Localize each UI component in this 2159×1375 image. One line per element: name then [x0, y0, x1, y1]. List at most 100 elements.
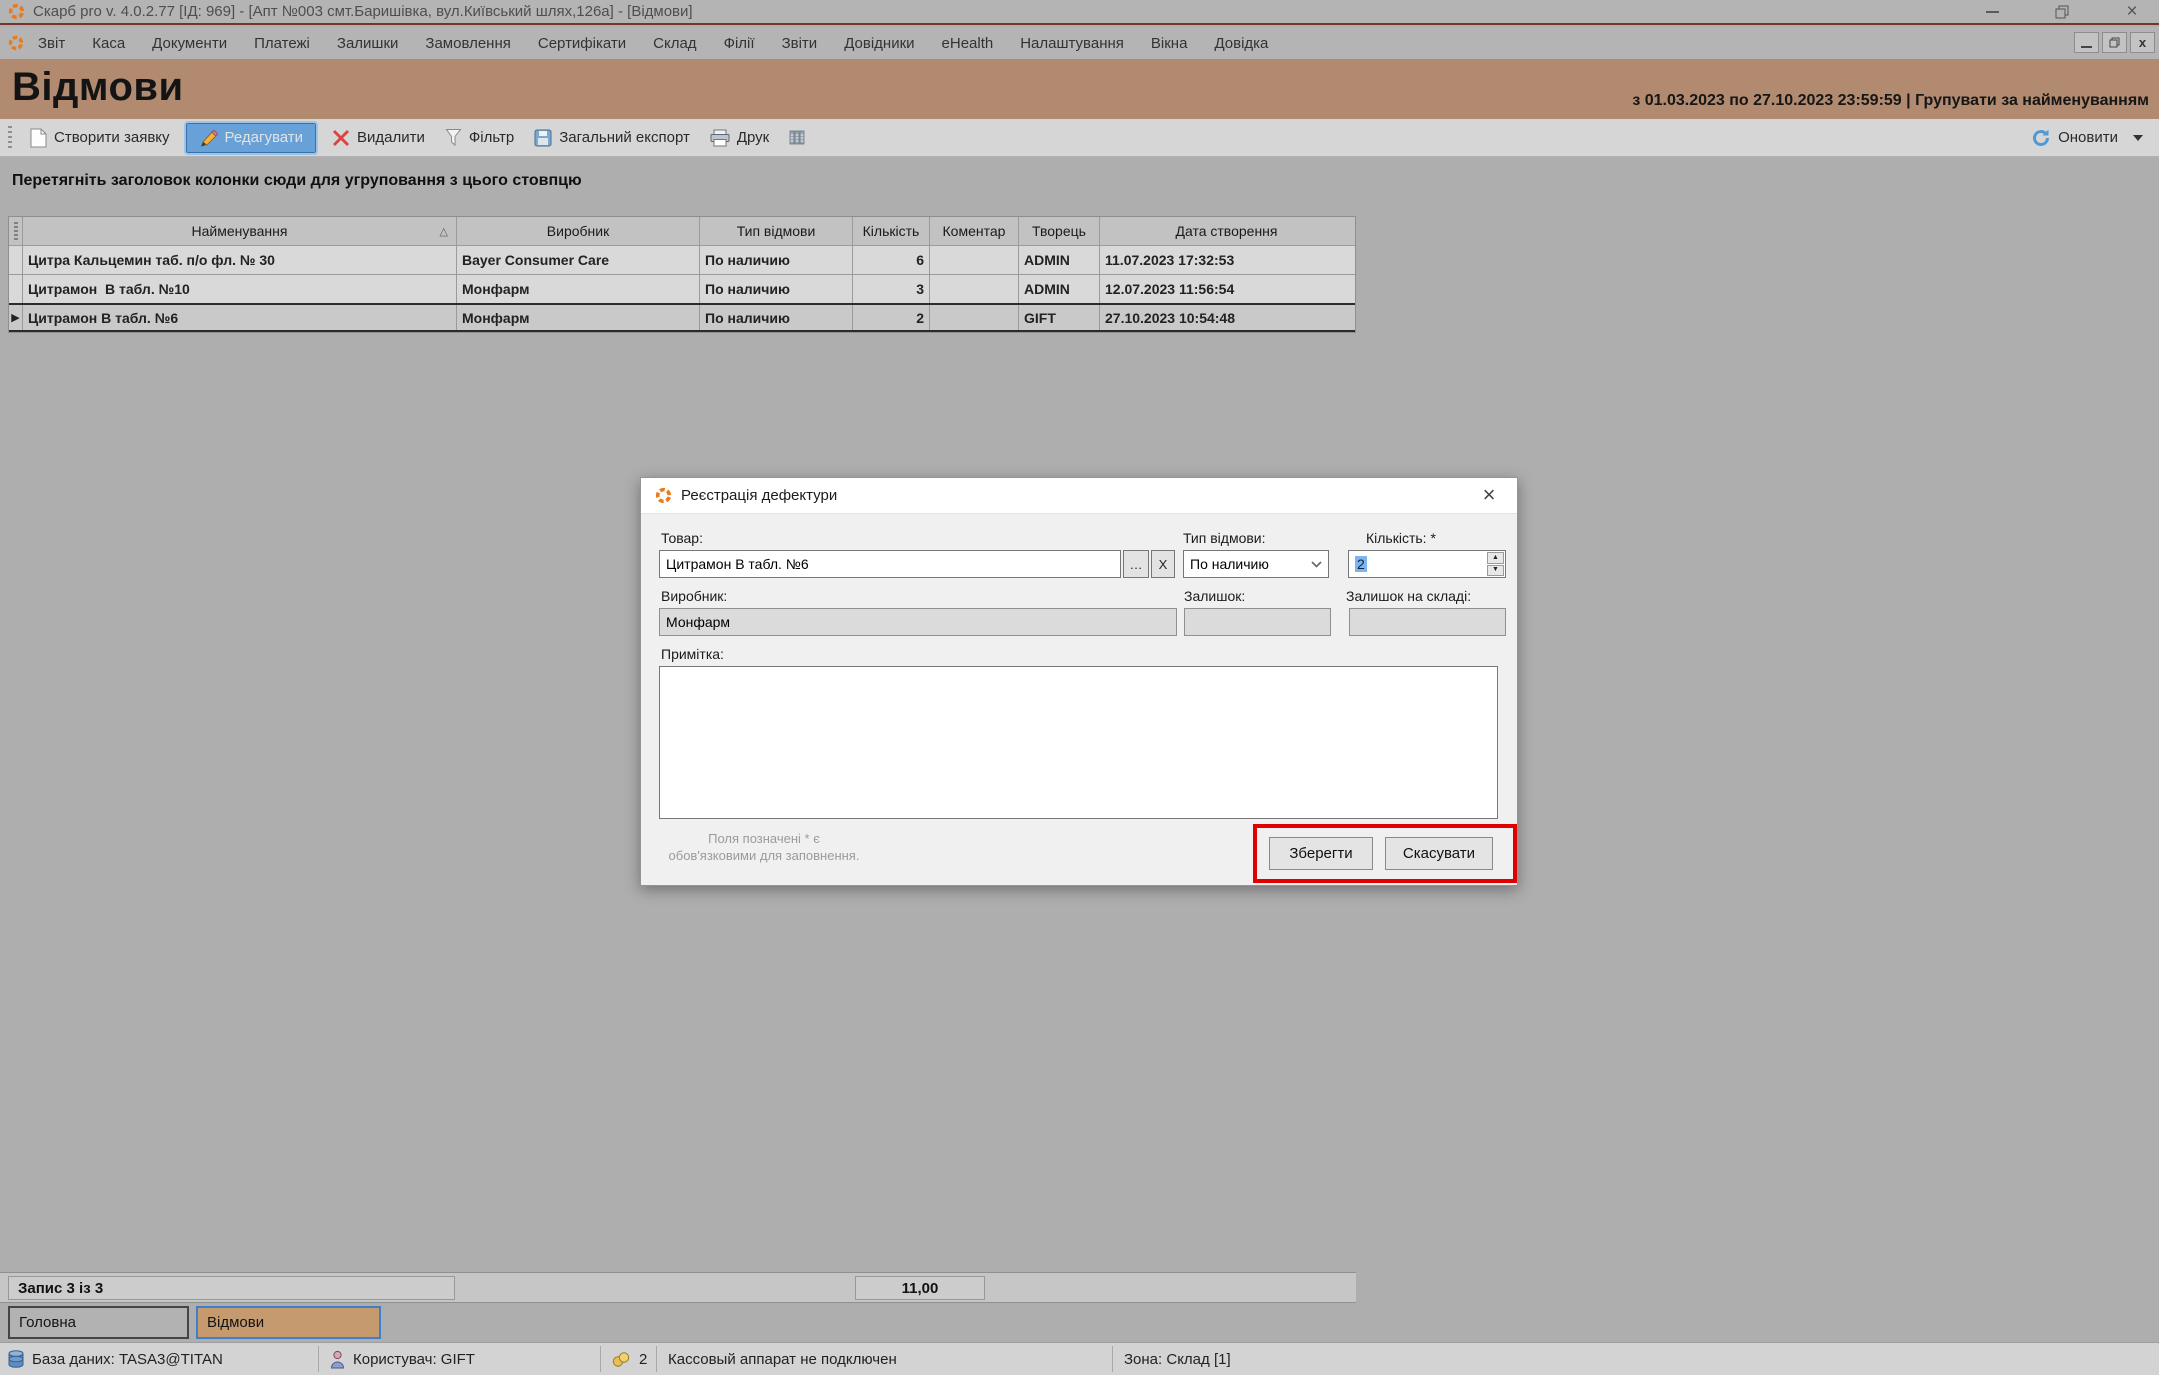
cell-qty: 3 — [853, 275, 930, 303]
restore-icon — [2055, 5, 2069, 19]
printer-icon — [710, 129, 730, 147]
menu-item-Платежі[interactable]: Платежі — [254, 35, 310, 52]
grid-footer: Запис 3 із 3 11,00 — [0, 1272, 1356, 1303]
cell-marker — [9, 275, 23, 303]
toolbar-grip-handle[interactable] — [8, 126, 12, 150]
mdi-minimize-button[interactable] — [2074, 32, 2099, 53]
column-header-creator[interactable]: Творець — [1019, 217, 1100, 245]
database-label: База даних: TASA3@TITAN — [32, 1351, 223, 1368]
page-title: Відмови — [12, 65, 184, 110]
print-label: Друк — [737, 129, 769, 146]
producer-label: Виробник: — [661, 588, 727, 604]
menu-item-Звіт[interactable]: Звіт — [38, 35, 65, 52]
edit-button[interactable]: Редагувати — [186, 123, 317, 153]
columns-button[interactable] — [779, 129, 815, 146]
menu-item-Каса[interactable]: Каса — [92, 35, 125, 52]
cell-qty: 2 — [853, 305, 930, 330]
refusal-type-label: Тип відмови: — [1183, 530, 1266, 546]
menu-items: Звіт Каса Документи Платежі Залишки Замовленн… — [38, 35, 1268, 52]
refresh-button[interactable]: Оновити — [2021, 128, 2153, 148]
producer-input: Монфарм — [659, 608, 1177, 636]
save-button[interactable]: Зберегти — [1269, 837, 1373, 870]
tab-Головна[interactable]: Головна — [8, 1306, 189, 1339]
cell-creator: ADMIN — [1019, 246, 1100, 274]
column-header-type[interactable]: Тип відмови — [700, 217, 853, 245]
menu-item-Налаштування[interactable]: Налаштування — [1020, 35, 1124, 52]
restore-button[interactable] — [2045, 0, 2079, 23]
cell-created: 11.07.2023 17:32:53 — [1100, 246, 1353, 274]
warehouse-stock-input — [1349, 608, 1506, 636]
quantity-value: 2 — [1355, 556, 1367, 572]
producer-value: Монфарм — [666, 614, 730, 630]
cell-name: Цитра Кальцемин таб. п/о фл. № 30 — [23, 246, 457, 274]
zone-status: Зона: Склад [1] — [1124, 1343, 1231, 1375]
close-button[interactable]: × — [2115, 0, 2149, 23]
menu-item-Філії[interactable]: Філії — [724, 35, 755, 52]
print-button[interactable]: Друк — [700, 129, 779, 147]
funnel-icon — [445, 128, 462, 147]
menu-item-Склад[interactable]: Склад — [653, 35, 696, 52]
dialog-close-icon[interactable]: × — [1475, 482, 1503, 508]
quantity-input[interactable]: 2 ▲ ▼ — [1348, 550, 1506, 578]
status-bar: База даних: TASA3@TITAN Користувач: GIFT… — [0, 1342, 2159, 1375]
product-clear-button[interactable]: X — [1151, 550, 1175, 578]
column-header-qty[interactable]: Кількість — [853, 217, 930, 245]
refusal-type-select[interactable]: По наличию — [1183, 550, 1329, 578]
minimize-button[interactable] — [1975, 0, 2009, 23]
delete-button[interactable]: Видалити — [322, 129, 435, 147]
product-input[interactable]: Цитрамон В табл. №6 — [659, 550, 1121, 578]
grip-icon — [14, 222, 18, 240]
refusals-table: Найменування△ВиробникТип відмовиКількіст… — [8, 216, 1356, 333]
cell-name: Цитрамон В табл. №10 — [23, 275, 457, 303]
note-textarea[interactable] — [659, 666, 1498, 819]
refusal-type-value: По наличию — [1190, 556, 1269, 572]
menu-item-eHealth[interactable]: eHealth — [942, 35, 994, 52]
required-fields-note-line2: обов'язковими для заповнення. — [659, 847, 869, 864]
qty-spin-down-button[interactable]: ▼ — [1487, 565, 1504, 577]
column-header-comment[interactable]: Коментар — [930, 217, 1019, 245]
qty-spin-up-button[interactable]: ▲ — [1487, 552, 1504, 564]
cell-producer: Монфарм — [457, 305, 700, 330]
filter-button[interactable]: Фільтр — [435, 128, 524, 147]
cell-created: 12.07.2023 11:56:54 — [1100, 275, 1353, 303]
table-row[interactable]: Цитрамон В табл. №10МонфармПо наличию3AD… — [9, 274, 1355, 303]
product-browse-button[interactable]: … — [1123, 550, 1149, 578]
quantity-label: Кількість: * — [1366, 530, 1436, 546]
warehouse-stock-label: Залишок на складі: — [1346, 588, 1471, 604]
required-fields-note-line1: Поля позначені * є — [659, 830, 869, 847]
table-row[interactable]: Цитра Кальцемин таб. п/о фл. № 30Bayer C… — [9, 245, 1355, 274]
menu-item-Вікна[interactable]: Вікна — [1151, 35, 1188, 52]
product-value: Цитрамон В табл. №6 — [666, 556, 809, 572]
column-header-name[interactable]: Найменування△ — [23, 217, 457, 245]
menu-item-Залишки[interactable]: Залишки — [337, 35, 399, 52]
date-range-label: з 01.03.2023 по 27.10.2023 23:59:59 | Гр… — [1632, 92, 2149, 110]
table-row[interactable]: ▶Цитрамон В табл. №6МонфармПо наличию2GI… — [9, 303, 1355, 332]
required-fields-note: Поля позначені * є обов'язковими для зап… — [659, 830, 869, 864]
menu-item-Сертифікати[interactable]: Сертифікати — [538, 35, 626, 52]
create-request-button[interactable]: Створити заявку — [20, 128, 180, 148]
refresh-dropdown-icon[interactable] — [2133, 135, 2143, 141]
cancel-button[interactable]: Скасувати — [1385, 837, 1493, 870]
cash-register-status: Кассовый аппарат не подключен — [668, 1343, 897, 1375]
cell-type: По наличию — [700, 275, 853, 303]
export-button[interactable]: Загальний експорт — [524, 129, 700, 147]
title-bar: Скарб pro v. 4.0.2.77 [ІД: 969] - [Апт №… — [0, 0, 2159, 25]
zone-label: Зона: Склад [1] — [1124, 1351, 1231, 1368]
cell-type: По наличию — [700, 246, 853, 274]
delete-label: Видалити — [357, 129, 425, 146]
tab-Відмови[interactable]: Відмови — [196, 1306, 381, 1339]
menu-item-Довідка[interactable]: Довідка — [1214, 35, 1268, 52]
refresh-label: Оновити — [2058, 129, 2118, 146]
red-x-icon — [332, 129, 350, 147]
menu-item-Документи[interactable]: Документи — [152, 35, 227, 52]
stock-input — [1184, 608, 1331, 636]
mdi-restore-button[interactable] — [2102, 32, 2127, 53]
cell-producer: Bayer Consumer Care — [457, 246, 700, 274]
column-header-created[interactable]: Дата створення — [1100, 217, 1353, 245]
menu-item-Звіти[interactable]: Звіти — [782, 35, 818, 52]
column-header-producer[interactable]: Виробник — [457, 217, 700, 245]
mdi-close-button[interactable]: x — [2130, 32, 2155, 53]
menu-item-Довідники[interactable]: Довідники — [844, 35, 914, 52]
cell-marker: ▶ — [9, 305, 23, 330]
menu-item-Замовлення[interactable]: Замовлення — [425, 35, 510, 52]
